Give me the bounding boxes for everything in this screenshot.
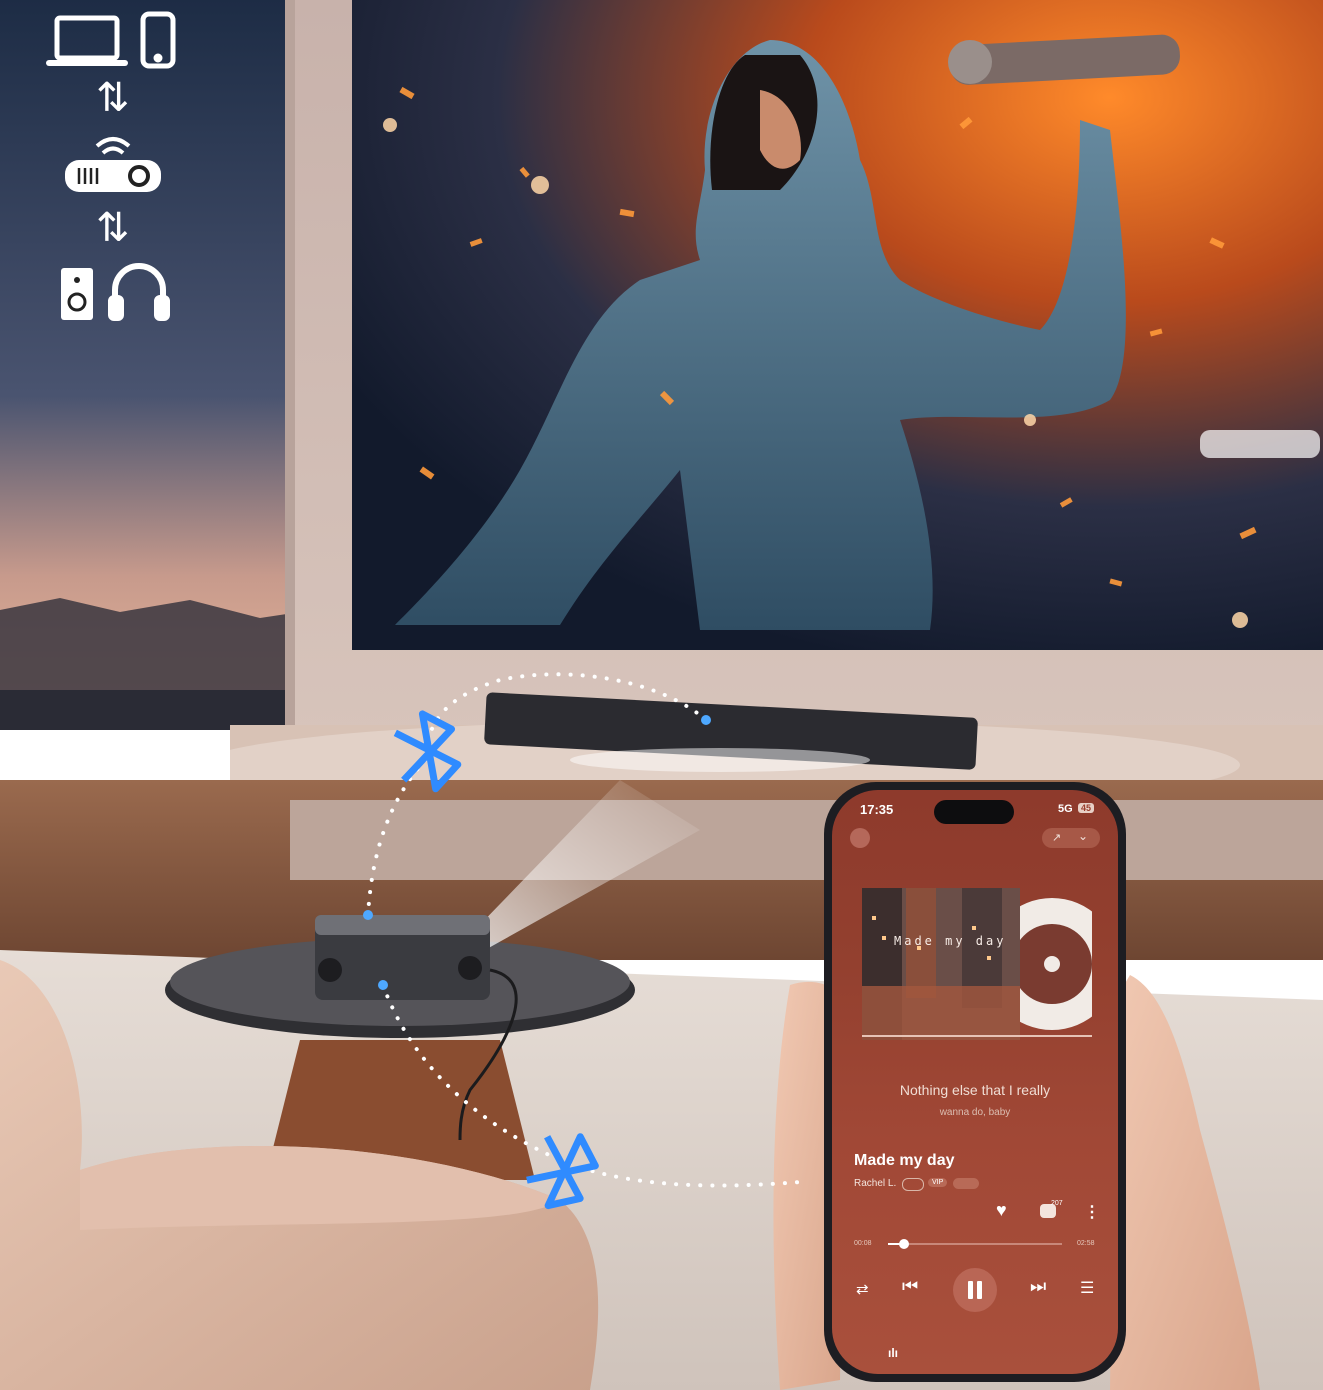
swap-arrows: ⇅	[96, 205, 130, 251]
status-time: 17:35	[860, 802, 894, 817]
network-label: 5G	[1058, 803, 1073, 815]
speaker-icon	[61, 268, 93, 320]
vip-badge: VIP	[928, 1178, 948, 1187]
projector-icon	[65, 137, 161, 192]
battery-level: 45	[1078, 803, 1095, 813]
bluetooth-icon	[393, 710, 462, 793]
connection-icons	[46, 11, 176, 321]
swap-arrows: ⇅	[96, 75, 130, 121]
laptop-icon	[46, 15, 128, 66]
playlist-icon[interactable]: ☰	[1080, 1278, 1094, 1298]
dynamic-island	[934, 800, 1014, 824]
artist-name[interactable]: Rachel L.	[854, 1178, 896, 1189]
shuffle-icon[interactable]: ⇄	[856, 1280, 869, 1298]
quality-badge	[953, 1178, 979, 1189]
lyric-line: wanna do, baby	[939, 1107, 1011, 1118]
time-elapsed: 00:08	[854, 1240, 872, 1247]
home-icon[interactable]	[850, 828, 870, 848]
share-icon: ↗	[1052, 832, 1062, 844]
album-title: Made my day	[894, 934, 1007, 948]
song-title: Made my day	[854, 1152, 955, 1169]
chevron-down-icon: ⌄	[1078, 829, 1089, 843]
more-options-icon[interactable]: ⋮	[1084, 1202, 1100, 1222]
progress-knob[interactable]	[898, 1239, 909, 1249]
previous-track-icon[interactable]: ⏮	[902, 1276, 918, 1297]
equalizer-icon[interactable]: ılı	[888, 1346, 898, 1360]
like-icon[interactable]: ♥	[996, 1200, 1007, 1221]
progress-track[interactable]	[888, 1239, 1062, 1249]
time-total: 02:58	[1077, 1240, 1095, 1247]
pause-icon	[968, 1281, 973, 1299]
album-cover	[862, 888, 1092, 1040]
scene: ⇅ ⇅ 17:35 5G 45 ↗ ⌄ Made my day Nothing …	[0, 0, 1323, 1390]
comment-count: 207	[1051, 1200, 1063, 1207]
pause-button[interactable]	[953, 1268, 997, 1312]
bluetooth-icon	[526, 1133, 599, 1210]
follow-badge[interactable]	[902, 1178, 924, 1191]
lyric-line: Nothing else that I really	[899, 1082, 1051, 1098]
headphones-icon	[108, 263, 170, 321]
living-room-scene	[0, 0, 1323, 1390]
share-menu-button[interactable]: ↗ ⌄	[1042, 828, 1100, 848]
phone-screen: 17:35 5G 45 ↗ ⌄ Made my day Nothing else…	[832, 790, 1118, 1374]
smartphone-icon	[140, 11, 176, 69]
next-track-icon[interactable]: ⏭	[1030, 1276, 1046, 1297]
